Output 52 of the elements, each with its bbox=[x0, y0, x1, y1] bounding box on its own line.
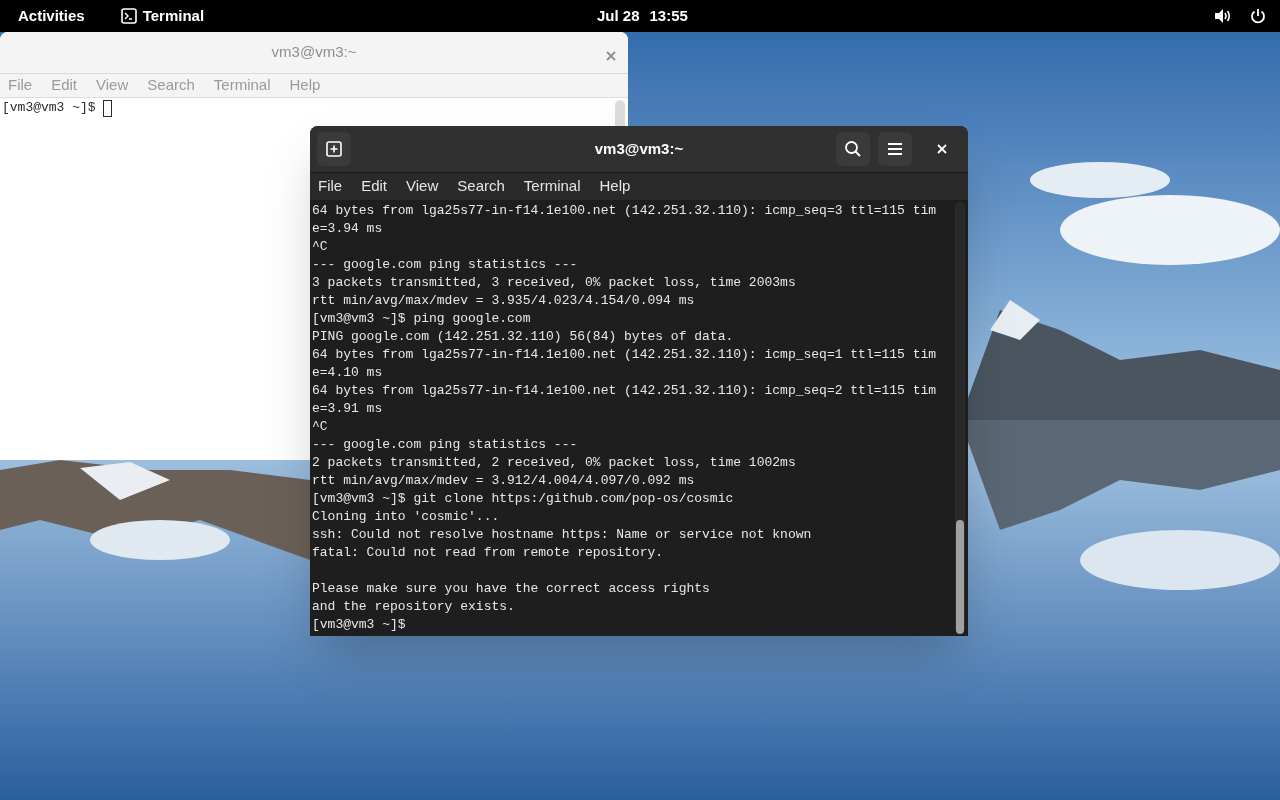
terminal-line: 2 packets transmitted, 2 received, 0% packet loss, time 1002ms bbox=[312, 454, 796, 472]
menu-item[interactable]: File bbox=[318, 175, 343, 198]
terminal-line: PING google.com (142.251.32.110) 56(84) bytes of data. bbox=[312, 328, 734, 346]
terminal-line: 3 packets transmitted, 3 received, 0% packet loss, time 2003ms bbox=[312, 274, 796, 292]
menu-item[interactable]: Help bbox=[599, 175, 631, 198]
search-button[interactable] bbox=[836, 132, 870, 166]
close-icon bbox=[937, 144, 947, 154]
text-cursor bbox=[103, 100, 113, 117]
terminal-line: Cloning into 'cosmic'... bbox=[312, 508, 500, 526]
terminal-line: ^C bbox=[312, 418, 328, 436]
volume-icon[interactable] bbox=[1214, 8, 1232, 24]
terminal-line: 64 bytes from lga25s77-in-f14.1e100.net (142.251.32.110): icmp_seq=2 ttl=115 tim bbox=[312, 382, 937, 400]
terminal-line: 64 bytes from lga25s77-in-f14.1e100.net (142.251.32.110): icmp_seq=1 ttl=115 tim bbox=[312, 346, 937, 364]
scrollbar-track[interactable] bbox=[955, 202, 965, 634]
app-menu-button[interactable]: Terminal bbox=[142, 4, 205, 28]
clock-date: Jul 28 bbox=[597, 5, 640, 26]
search-icon bbox=[844, 140, 862, 158]
menu-item[interactable]: Edit bbox=[361, 175, 388, 198]
window-title: vm3@vm3:~ bbox=[271, 42, 357, 63]
terminal-icon bbox=[120, 8, 137, 24]
terminal-line: 64 bytes from lga25s77-in-f14.1e100.net (142.251.32.110): icmp_seq=3 ttl=115 tim bbox=[312, 202, 937, 220]
window-title: vm3@vm3:~ bbox=[594, 138, 684, 159]
terminal-line: e=4.10 ms bbox=[312, 364, 383, 382]
terminal-line: --- google.com ping statistics --- bbox=[312, 436, 578, 454]
activities-button[interactable]: Activities bbox=[18, 4, 85, 28]
scrollbar[interactable] bbox=[615, 100, 625, 127]
terminal-line: ssh: Could not resolve hostname https: Name or service not known bbox=[312, 526, 812, 544]
terminal-line: --- google.com ping statistics --- bbox=[312, 256, 578, 274]
power-icon[interactable] bbox=[1250, 8, 1266, 24]
terminal-line: [vm3@vm3 ~]$ bbox=[2, 99, 97, 117]
terminal-line: Please make sure you have the correct access rights bbox=[312, 580, 710, 598]
terminal-line: e=3.91 ms bbox=[312, 400, 383, 418]
terminal-line: [vm3@vm3 ~]$ ping google.com bbox=[312, 310, 531, 328]
terminal-line: fatal: Could not read from remote repository. bbox=[312, 544, 664, 562]
clock-time: 13:55 bbox=[649, 5, 688, 26]
terminal-line: [vm3@vm3 ~]$ git clone https:/github.com/pop-os/cosmic bbox=[312, 490, 734, 508]
terminal-line: ^C bbox=[312, 238, 328, 256]
terminal-line: e=3.94 ms bbox=[312, 220, 383, 238]
terminal-line: [vm3@vm3 ~]$ bbox=[312, 616, 407, 634]
new-tab-icon bbox=[326, 141, 342, 157]
menu-button[interactable] bbox=[878, 132, 912, 166]
menu-item[interactable]: Terminal bbox=[523, 175, 581, 198]
close-icon bbox=[606, 51, 616, 61]
clock[interactable]: Jul 28 13:55 bbox=[597, 4, 688, 28]
scrollbar-thumb[interactable] bbox=[956, 520, 964, 634]
terminal-line: and the repository exists. bbox=[312, 598, 515, 616]
menu-item[interactable]: Search bbox=[457, 175, 505, 198]
menu-item[interactable]: View bbox=[406, 175, 439, 198]
menu-icon bbox=[887, 142, 903, 156]
new-tab-button[interactable] bbox=[317, 132, 351, 166]
terminal-line: rtt min/avg/max/mdev = 3.935/4.023/4.154/0.094 ms bbox=[312, 292, 695, 310]
terminal-line: rtt min/avg/max/mdev = 3.912/4.004/4.097/0.092 ms bbox=[312, 472, 695, 490]
